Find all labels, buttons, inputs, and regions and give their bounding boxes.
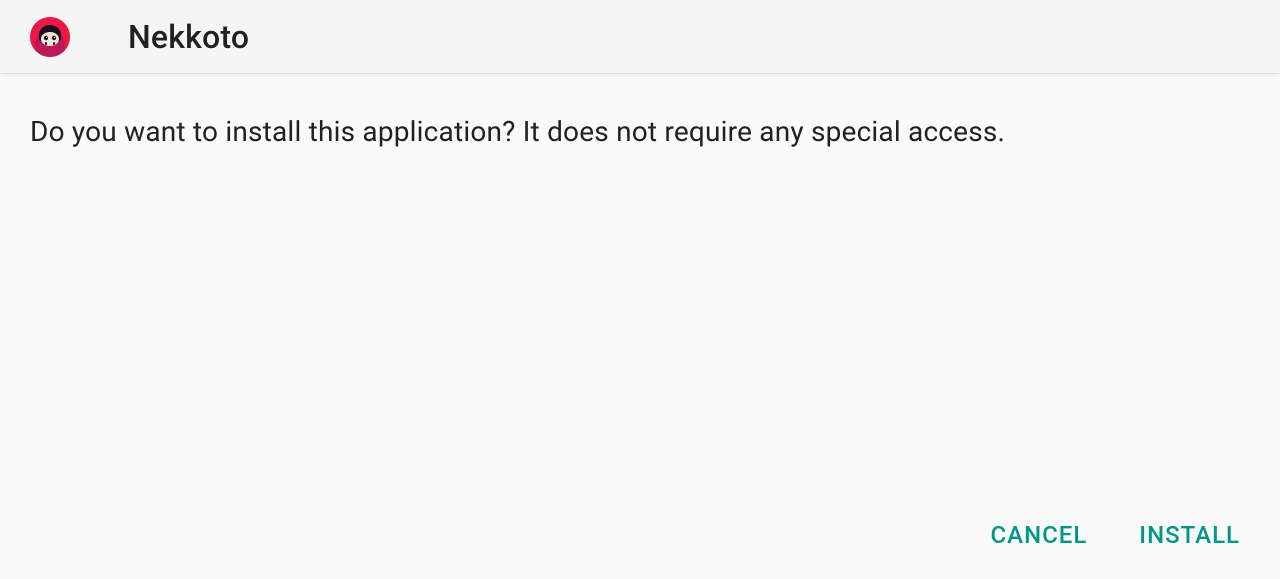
- cancel-button[interactable]: CANCEL: [986, 509, 1091, 561]
- install-dialog-content: Do you want to install this application?…: [0, 74, 1280, 491]
- install-message: Do you want to install this application?…: [30, 112, 1250, 151]
- nekkoto-app-icon: [30, 17, 70, 57]
- app-icon: [30, 17, 70, 57]
- install-button[interactable]: INSTALL: [1135, 509, 1244, 561]
- app-title: Nekkoto: [128, 18, 249, 56]
- install-dialog-footer: CANCEL INSTALL: [0, 491, 1280, 579]
- install-dialog-header: Nekkoto: [0, 0, 1280, 74]
